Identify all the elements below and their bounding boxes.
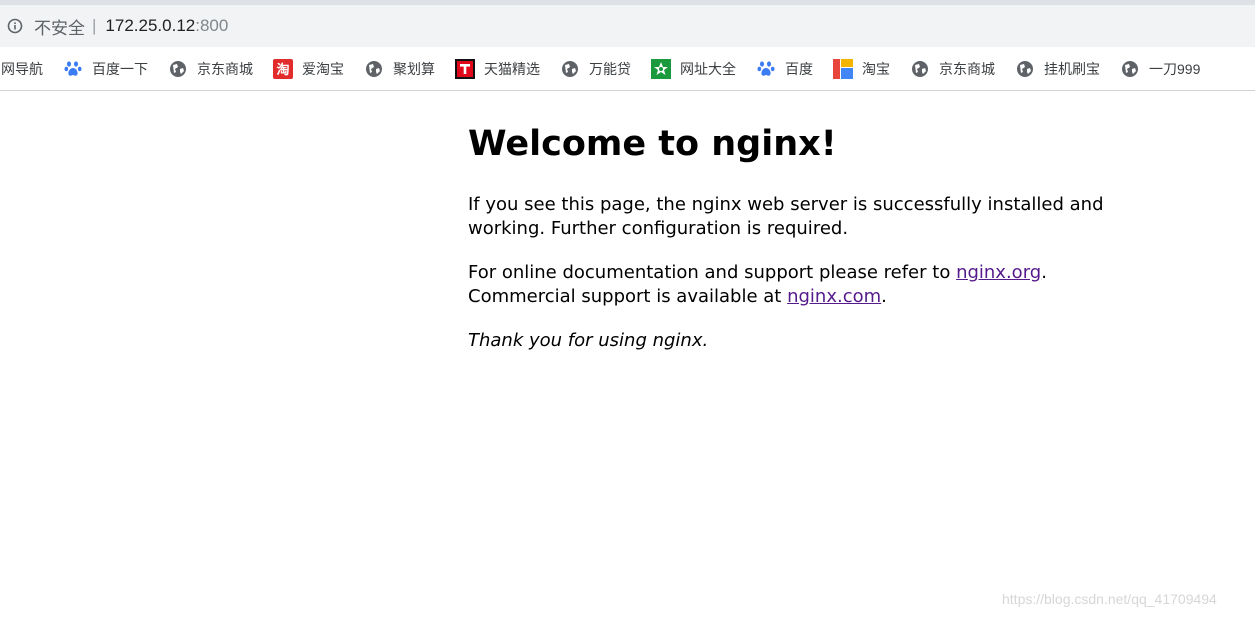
docs-text: For online documentation and support ple… bbox=[468, 262, 957, 283]
globe-icon bbox=[910, 59, 930, 79]
commercial-text: Commercial support is available at bbox=[468, 286, 788, 307]
nginx-welcome-content: Welcome to nginx! If you see this page, … bbox=[468, 90, 1108, 353]
globe-icon bbox=[364, 59, 384, 79]
bookmark-guajishuabao[interactable]: 挂机刷宝 bbox=[1015, 47, 1100, 90]
globe-icon bbox=[1015, 59, 1035, 79]
bookmark-jd-1[interactable]: 京东商城 bbox=[168, 47, 253, 90]
docs-period: . bbox=[1041, 262, 1047, 283]
bookmark-label: 淘宝 bbox=[862, 60, 890, 77]
bookmark-label: 一刀999 bbox=[1149, 60, 1201, 77]
bookmark-label: 挂机刷宝 bbox=[1044, 60, 1100, 77]
bookmark-label: 百度一下 bbox=[92, 60, 148, 77]
bookmarks-bar: 网导航 百度一下 京东商城 淘 爱淘宝 聚划算 天猫精选 万能贷 网址大全 百度… bbox=[0, 47, 1255, 91]
bookmark-yidao999[interactable]: 一刀999 bbox=[1120, 47, 1200, 90]
tmall-icon bbox=[455, 58, 475, 79]
docs-paragraph: For online documentation and support ple… bbox=[468, 261, 1108, 309]
security-label[interactable]: 不安全 bbox=[34, 14, 85, 39]
bookmark-label: 天猫精选 bbox=[484, 60, 540, 77]
address-separator: | bbox=[92, 16, 97, 35]
bookmark-juhuasuan[interactable]: 聚划算 bbox=[364, 47, 435, 90]
commercial-period: . bbox=[881, 286, 887, 307]
nginx-org-link[interactable]: nginx.org bbox=[956, 262, 1041, 283]
bookmark-label: 爱淘宝 bbox=[302, 60, 344, 77]
globe-icon bbox=[168, 59, 188, 79]
star-icon bbox=[651, 58, 671, 79]
bookmark-jd-2[interactable]: 京东商城 bbox=[910, 47, 995, 90]
bookmark-label: 聚划算 bbox=[393, 60, 435, 77]
address-bar[interactable]: 不安全 | 172.25.0.12:800 bbox=[0, 5, 1255, 47]
globe-icon bbox=[560, 59, 580, 79]
url-port[interactable]: :800 bbox=[195, 16, 228, 36]
bookmark-wannengdai[interactable]: 万能贷 bbox=[560, 47, 631, 90]
paw-icon bbox=[63, 59, 83, 79]
bookmark-label: 百度 bbox=[785, 60, 813, 77]
bookmark-taobao[interactable]: 淘宝 bbox=[833, 47, 890, 90]
bookmark-tmall[interactable]: 天猫精选 bbox=[455, 47, 540, 90]
globe-icon bbox=[1120, 59, 1140, 79]
bookmark-label: 京东商城 bbox=[939, 60, 995, 77]
info-icon[interactable] bbox=[7, 18, 23, 34]
thank-you-text: Thank you for using nginx. bbox=[468, 330, 709, 351]
paw-icon bbox=[756, 59, 776, 79]
intro-paragraph: If you see this page, the nginx web serv… bbox=[468, 194, 1104, 239]
bookmark-wangdaohang[interactable]: 网导航 bbox=[1, 47, 43, 90]
page-title: Welcome to nginx! bbox=[468, 124, 837, 164]
taobao-icon: 淘 bbox=[273, 58, 293, 79]
bookmark-aitaobao[interactable]: 淘 爱淘宝 bbox=[273, 47, 344, 90]
bookmark-label: 网导航 bbox=[1, 60, 43, 77]
bookmark-baidu-yixia[interactable]: 百度一下 bbox=[63, 47, 148, 90]
watermark: https://blog.csdn.net/qq_41709494 bbox=[1002, 591, 1217, 607]
bookmark-label: 京东商城 bbox=[197, 60, 253, 77]
bookmark-wangzhidaquan[interactable]: 网址大全 bbox=[651, 47, 736, 90]
color-blocks-icon bbox=[833, 58, 853, 79]
nginx-com-link[interactable]: nginx.com bbox=[787, 286, 881, 307]
url-host[interactable]: 172.25.0.12 bbox=[105, 16, 195, 36]
svg-text:淘: 淘 bbox=[276, 62, 289, 78]
bookmark-label: 万能贷 bbox=[589, 60, 631, 77]
bookmark-label: 网址大全 bbox=[680, 60, 736, 77]
bookmark-baidu[interactable]: 百度 bbox=[756, 47, 813, 90]
